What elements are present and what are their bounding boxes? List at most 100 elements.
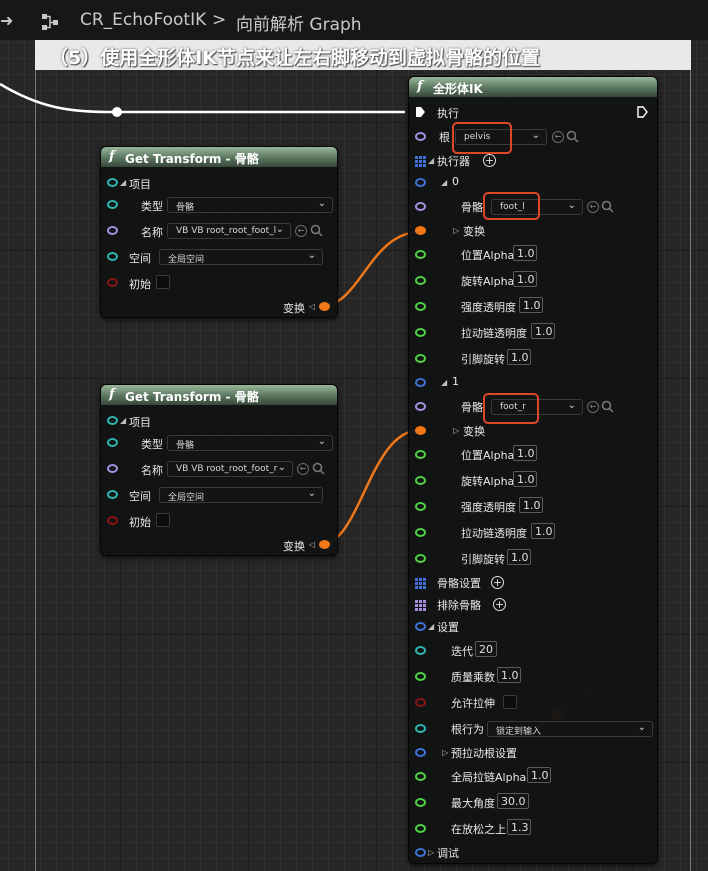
- type-pin[interactable]: [107, 438, 118, 447]
- effector-0-pin[interactable]: [415, 178, 426, 187]
- collapse-triangle-icon[interactable]: ◢: [428, 622, 434, 631]
- item-pin[interactable]: [107, 416, 118, 425]
- array-pin-icon[interactable]: [415, 578, 426, 589]
- pin-rotation-field[interactable]: 1.0: [507, 349, 531, 365]
- position-alpha-pin[interactable]: [415, 450, 426, 459]
- use-selected-icon[interactable]: ←: [587, 201, 599, 213]
- collapse-triangle-icon[interactable]: ◢: [120, 178, 126, 187]
- strength-alpha-pin[interactable]: [415, 502, 426, 511]
- initial-pin[interactable]: [107, 278, 118, 287]
- strength-alpha-field[interactable]: 1.0: [519, 497, 543, 513]
- rotation-alpha-pin[interactable]: [415, 476, 426, 485]
- name-pin[interactable]: [107, 226, 118, 235]
- pull-chain-alpha-field[interactable]: 1.0: [531, 323, 555, 339]
- bone-pin[interactable]: [415, 202, 426, 211]
- bone-pin[interactable]: [415, 402, 426, 411]
- bone-dropdown[interactable]: foot_l ⌄: [491, 199, 583, 215]
- back-arrow-icon[interactable]: ➜: [0, 11, 16, 30]
- rotation-alpha-field[interactable]: 1.0: [513, 471, 537, 487]
- item-pin[interactable]: [107, 178, 118, 187]
- pre-pull-root-pin[interactable]: [415, 748, 426, 757]
- strength-alpha-field[interactable]: 1.0: [519, 297, 543, 313]
- transform-output-pin[interactable]: [319, 540, 330, 549]
- add-bone-setting-icon[interactable]: +: [491, 576, 504, 589]
- use-selected-icon[interactable]: ←: [587, 401, 599, 413]
- pull-chain-alpha-field[interactable]: 1.0: [531, 523, 555, 539]
- expand-triangle-icon[interactable]: ▷: [453, 426, 459, 435]
- mass-multiplier-pin[interactable]: [415, 672, 426, 681]
- comment-title-bar[interactable]: （5）使用全形体IK节点来让左右脚移动到虚拟骨骼的位置: [35, 40, 691, 70]
- node-header[interactable]: f 全形体IK: [409, 77, 657, 97]
- transform-input-pin[interactable]: [415, 226, 426, 235]
- collapse-triangle-icon[interactable]: ◢: [428, 156, 434, 165]
- allow-stretch-checkbox[interactable]: [503, 695, 517, 709]
- bone-dropdown[interactable]: foot_r ⌄: [491, 399, 583, 415]
- root-behavior-dropdown[interactable]: 锁定到输入 ⌄: [487, 721, 653, 737]
- name-pin[interactable]: [107, 464, 118, 473]
- pin-rotation-pin[interactable]: [415, 354, 426, 363]
- transform-input-pin[interactable]: [415, 426, 426, 435]
- name-dropdown[interactable]: VB VB root_root_foot_r ⌄: [167, 461, 293, 477]
- effector-1-pin[interactable]: [415, 378, 426, 387]
- space-pin[interactable]: [107, 252, 118, 261]
- add-excluded-bone-icon[interactable]: +: [493, 598, 506, 611]
- over-relaxation-field[interactable]: 1.3: [507, 819, 531, 835]
- node-header[interactable]: f Get Transform - 骨骼: [101, 147, 337, 167]
- get-transform-node-left-foot[interactable]: f Get Transform - 骨骼 ◢ 项目 类型 骨骼 ⌄ 名称 VB …: [100, 146, 338, 318]
- full-body-ik-node[interactable]: f 全形体IK 执行 根 pelvis ⌄ ← ◢ 执行器 + ◢ 0 骨骼 f…: [408, 76, 658, 864]
- iterations-field[interactable]: 20: [475, 641, 497, 657]
- collapse-triangle-icon[interactable]: ◢: [120, 416, 126, 425]
- expand-triangle-icon[interactable]: ◁: [309, 302, 315, 311]
- expand-triangle-icon[interactable]: ▷: [428, 848, 434, 857]
- max-angle-field[interactable]: 30.0: [497, 793, 529, 809]
- breadcrumb-rig[interactable]: CR_EchoFootIK: [80, 10, 206, 30]
- initial-checkbox[interactable]: [156, 275, 170, 289]
- debug-pin[interactable]: [415, 848, 426, 857]
- browse-magnifier-icon[interactable]: [601, 400, 615, 414]
- pin-rotation-field[interactable]: 1.0: [507, 549, 531, 565]
- root-bone-dropdown[interactable]: pelvis ⌄: [455, 129, 547, 145]
- mass-multiplier-field[interactable]: 1.0: [497, 667, 521, 683]
- browse-magnifier-icon[interactable]: [312, 462, 326, 476]
- collapse-triangle-icon[interactable]: ◢: [441, 378, 447, 387]
- max-angle-pin[interactable]: [415, 798, 426, 807]
- browse-magnifier-icon[interactable]: [566, 130, 580, 144]
- expand-triangle-icon[interactable]: ▷: [442, 748, 448, 757]
- space-dropdown[interactable]: 全局空间 ⌄: [159, 249, 323, 265]
- type-dropdown[interactable]: 骨骼 ⌄: [167, 435, 333, 451]
- space-dropdown[interactable]: 全局空间 ⌄: [159, 487, 323, 503]
- settings-pin[interactable]: [415, 622, 426, 631]
- initial-checkbox[interactable]: [156, 513, 170, 527]
- iterations-pin[interactable]: [415, 646, 426, 655]
- array-pin-icon[interactable]: [415, 600, 426, 611]
- position-alpha-pin[interactable]: [415, 250, 426, 259]
- get-transform-node-right-foot[interactable]: f Get Transform - 骨骼 ◢ 项目 类型 骨骼 ⌄ 名称 VB …: [100, 384, 338, 556]
- expand-triangle-icon[interactable]: ◁: [309, 540, 315, 549]
- global-pull-chain-alpha-pin[interactable]: [415, 772, 426, 781]
- position-alpha-field[interactable]: 1.0: [513, 445, 537, 461]
- space-pin[interactable]: [107, 490, 118, 499]
- breadcrumb-graph[interactable]: 向前解析 Graph: [236, 10, 362, 35]
- over-relaxation-pin[interactable]: [415, 824, 426, 833]
- initial-pin[interactable]: [107, 516, 118, 525]
- name-dropdown[interactable]: VB VB root_root_foot_l ⌄: [167, 223, 291, 239]
- global-pull-chain-alpha-field[interactable]: 1.0: [527, 767, 551, 783]
- use-selected-icon[interactable]: ←: [552, 131, 564, 143]
- array-pin-icon[interactable]: [415, 156, 426, 167]
- browse-magnifier-icon[interactable]: [601, 200, 615, 214]
- pin-rotation-pin[interactable]: [415, 554, 426, 563]
- rotation-alpha-pin[interactable]: [415, 276, 426, 285]
- rotation-alpha-field[interactable]: 1.0: [513, 271, 537, 287]
- allow-stretch-pin[interactable]: [415, 698, 426, 707]
- node-header[interactable]: f Get Transform - 骨骼: [101, 385, 337, 405]
- pull-chain-alpha-pin[interactable]: [415, 528, 426, 537]
- root-behavior-pin[interactable]: [415, 724, 426, 733]
- position-alpha-field[interactable]: 1.0: [513, 245, 537, 261]
- exec-output-pin[interactable]: [637, 106, 648, 118]
- transform-output-pin[interactable]: [319, 302, 330, 311]
- strength-alpha-pin[interactable]: [415, 302, 426, 311]
- pull-chain-alpha-pin[interactable]: [415, 328, 426, 337]
- add-effector-icon[interactable]: +: [483, 154, 496, 167]
- type-pin[interactable]: [107, 200, 118, 209]
- browse-magnifier-icon[interactable]: [310, 224, 324, 238]
